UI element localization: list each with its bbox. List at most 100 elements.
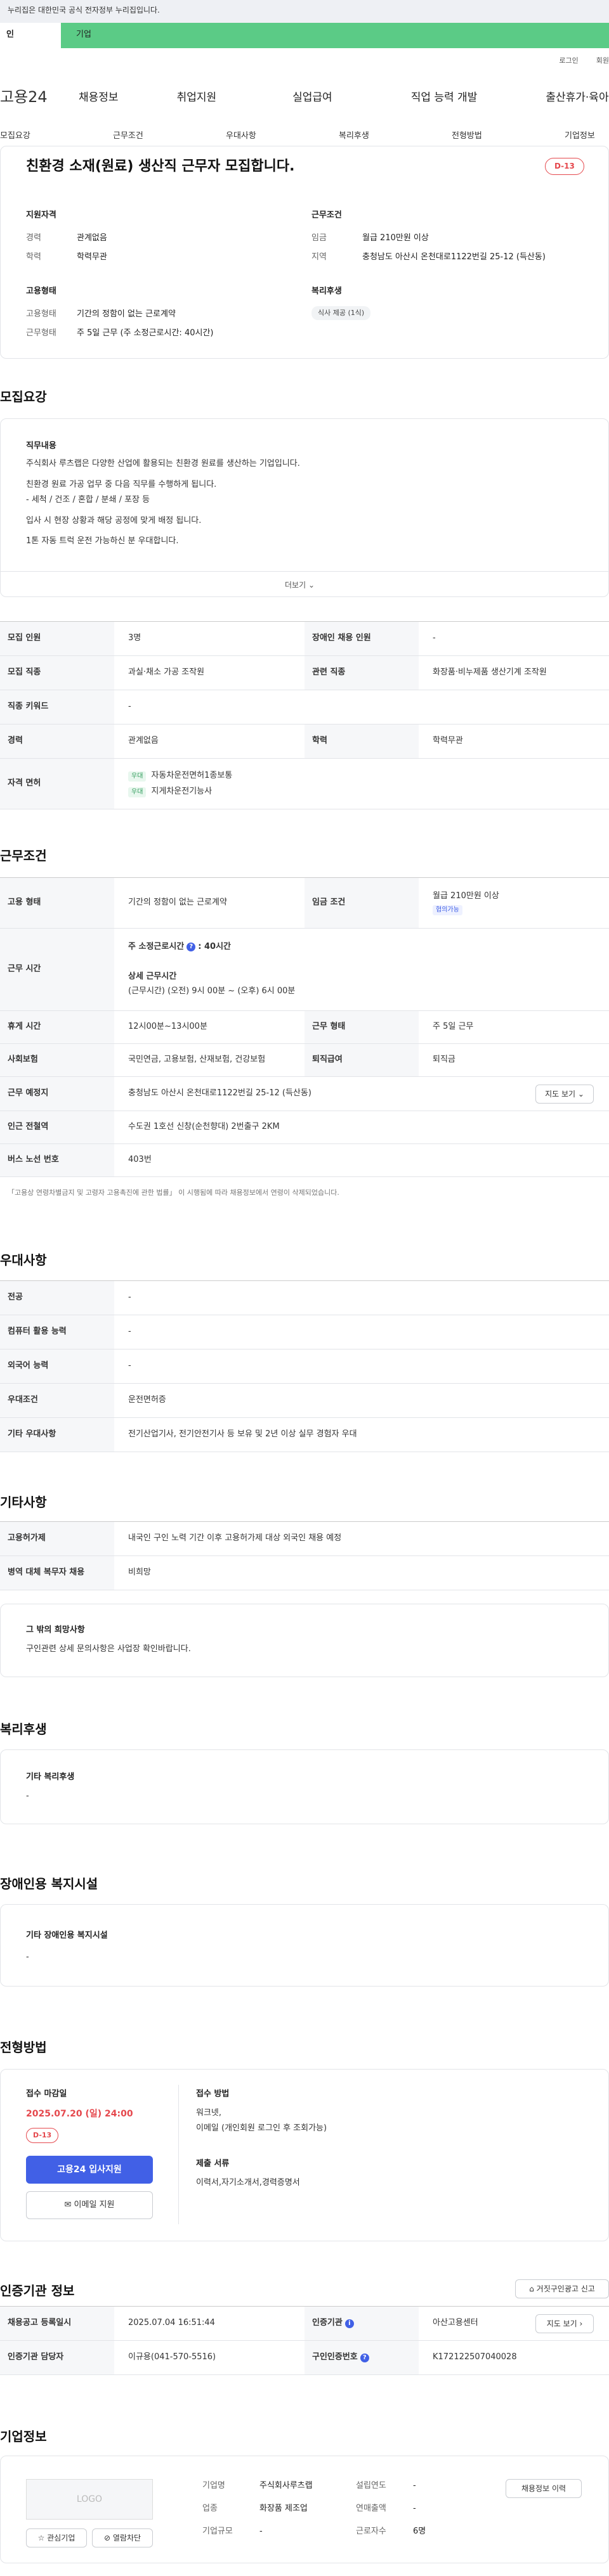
email-apply-button[interactable]: ✉ 이메일 지원 [26,2191,153,2219]
chevron-down-icon: ⌄ [308,581,315,589]
welfare-section-title: 복리후생 [0,1722,47,1737]
table-row: 휴게 시간 12시00분~13시00분 근무 형태 주 5일 근무 [0,1011,609,1044]
table-row: 근무 시간 주 소정근로시간?: 40시간 상세 근무시간 (근무시간) (오전… [0,929,609,1011]
table-row: 채용공고 등록일시 2025.07.04 16:51:44 인증기관 i 아산고용… [0,2307,609,2341]
favorite-company-button[interactable]: ☆ 관심기업 [26,2528,87,2547]
recruit-section-title: 모집요강 [0,389,47,404]
government-notice: 누리집은 대한민국 공식 전자정부 누리집입니다. [0,0,609,23]
cert-section-title: 인증기관 정보 [0,2283,75,2298]
method-label: 접수 방법 [196,2089,230,2099]
report-false-ad-button[interactable]: ⌂ 거짓구인광고 신고 [515,2279,609,2298]
table-row: 인증기관 담당자 이규용(041-570-5516) 구인인증번호? K1721… [0,2341,609,2375]
table-row: 외국어 능력 - [0,1349,609,1384]
dday-badge: D-13 [545,158,584,176]
nav-jobs[interactable]: 채용정보 [79,90,119,106]
chevron-right-icon: › [579,2319,583,2328]
utility-links: 로그인 회원 [559,56,609,66]
method-value: 워크넷, 이메일 (개인회원 로그인 후 조회가능) [196,2108,327,2133]
signup-link[interactable]: 회원 [596,56,609,66]
block-company-button[interactable]: ⊘ 열람차단 [92,2528,153,2547]
work-conditions-title: 근무조건 [311,210,342,220]
license-item: 우대 지게차운전기능사 [128,786,212,798]
subnav-recruit[interactable]: 모집요강 [0,131,30,143]
qual-experience: 경력 관계없음 [26,233,107,243]
other-wishes-text: 구인관련 상세 문의사항은 사업장 확인바랍니다. [26,1644,191,1654]
documents-value: 이력서,자기소개서,경력증명서 [196,2178,300,2187]
company-founded: 설립연도 - [356,2481,416,2490]
emp-type: 고용형태 기간의 정함이 없는 근로계약 [26,309,176,319]
selection-section-title: 전형방법 [0,2040,47,2055]
table-row: 고용 형태 기간의 정함이 없는 근로계약 임금 조건 월급 210만원 이상 … [0,878,609,929]
conditions-table: 고용 형태 기간의 정함이 없는 근로계약 임금 조건 월급 210만원 이상 … [0,877,609,1177]
subnav-selection[interactable]: 전형방법 [452,131,482,143]
conditions-section-title: 근무조건 [0,848,47,863]
summary-card: 친환경 소재(원료) 생산직 근무자 모집합니다. D-13 지원자격 경력 관계… [0,146,609,359]
map-button[interactable]: 지도 보기 ⌄ [535,1085,594,1104]
company-revenue: 연매출액 - [356,2504,416,2513]
qualification-title: 지원자격 [26,210,56,220]
table-row: 기타 우대사항 전기산업기사, 전기안전기사 등 보유 및 2년 이상 실무 경험… [0,1418,609,1452]
qual-education: 학력 학력무관 [26,252,107,262]
nav-employment-support[interactable]: 취업지원 [177,90,217,106]
job-description-title: 직무내용 [26,441,56,451]
disabled-section-title: 장애인용 복지시설 [0,1876,98,1891]
work-region: 지역 충청남도 아산시 온천대로1122번길 25-12 (득산동) [311,252,546,262]
main-nav: 채용정보 취업지원 실업급여 직업 능력 개발 출산휴가·육아휴직 [79,90,609,106]
dday-badge: D-13 [26,2128,59,2143]
job-description-text: 주식회사 루츠랩은 다양한 산업에 활용되는 친환경 원료를 생산하는 기업입니… [26,459,300,546]
table-row: 근무 예정지 충청남도 아산시 온천대로1122번길 25-12 (득산동) 지… [0,1077,609,1111]
table-row: 직종 키워드 - [0,690,609,724]
tab-individual[interactable]: 인 [0,23,61,48]
job-title: 친환경 소재(원료) 생산직 근무자 모집합니다. [26,158,295,174]
table-row: 병역 대체 복무자 채용 비희망 [0,1556,609,1590]
nav-unemployment-benefit[interactable]: 실업급여 [292,90,332,106]
disabled-sub-title: 기타 장애인용 복지시설 [26,1931,108,1940]
preference-section-title: 우대사항 [0,1253,47,1268]
subnav-conditions[interactable]: 근무조건 [113,131,143,143]
etc-table: 고용허가제 내국인 구인 노력 기간 이후 고용허가제 대상 외국인 채용 예정 … [0,1521,609,1590]
preference-table: 전공 - 컴퓨터 활용 능력 - 외국어 능력 - 우대조건 운전면허증 기타 우대사항… [0,1280,609,1452]
company-employees: 근로자수 6명 [356,2527,426,2536]
subnav-welfare[interactable]: 복리후생 [339,131,369,143]
table-row: 컴퓨터 활용 능력 - [0,1315,609,1349]
chevron-down-icon: ⌄ [577,1090,584,1098]
company-industry: 업종 화장품 제조업 [202,2504,308,2513]
mail-icon: ✉ [64,2200,72,2210]
home-icon: ⌂ [529,2284,534,2293]
table-row: 사회보험 국민연금, 고용보험, 산재보험, 건강보험 퇴직급여 퇴직금 [0,1044,609,1077]
login-link[interactable]: 로그인 [559,56,578,66]
table-row: 경력 관계없음 학력 학력무관 [0,724,609,759]
block-icon: ⊘ [103,2534,111,2542]
welfare-card: 기타 복리후생 - [0,1749,609,1824]
more-button[interactable]: 더보기 ⌄ [285,580,315,591]
deadline-date: 2025.07.20 (일) 24:00 [26,2109,133,2119]
age-footnote: 「고용상 연령차별금지 및 고령자 고용촉진에 관한 법률」 이 시행됨에 따라… [8,1188,339,1197]
table-row: 모집 직종 과실·채소 가공 조작원 관련 직종 화장품·비누제품 생산기계 조… [0,656,609,690]
work-wage: 임금 월급 210만원 이상 [311,233,429,243]
table-row: 우대조건 운전면허증 [0,1384,609,1418]
tab-company[interactable]: 기업 [61,23,609,48]
etc-section-title: 기타사항 [0,1495,47,1510]
nav-skills-development[interactable]: 직업 능력 개발 [411,90,478,106]
selection-card: 접수 마감일 2025.07.20 (일) 24:00 D-13 고용24 입사… [0,2069,609,2241]
info-icon[interactable]: ? [360,2353,369,2362]
other-wishes-card: 그 밖의 희망사항 구인관련 상세 문의사항은 사업장 확인바랍니다. [0,1604,609,1677]
site-logo[interactable]: 고용24 [0,86,48,108]
info-icon[interactable]: i [344,2319,354,2328]
recruit-table: 모집 인원 3명 장애인 채용 인원 - 모집 직종 과실·채소 가공 조작원 … [0,621,609,809]
disabled-card: 기타 장애인용 복지시설 - [0,1904,609,1987]
subnav-company[interactable]: 기업정보 [565,131,595,143]
cert-table: 채용공고 등록일시 2025.07.04 16:51:44 인증기관 i 아산고용… [0,2306,609,2375]
table-row: 전공 - [0,1281,609,1315]
company-name: 기업명 주식회사루츠랩 [202,2481,313,2490]
nav-parental-leave[interactable]: 출산휴가·육아휴직 [546,90,609,106]
subnav-preference[interactable]: 우대사항 [226,131,256,143]
job-description-card: 직무내용 주식회사 루츠랩은 다양한 산업에 활용되는 친환경 원료를 생산하는… [0,418,609,597]
recruit-history-button[interactable]: 채용정보 이력 [506,2479,582,2498]
info-icon[interactable]: ? [187,942,196,951]
table-row: 자격 면허 우대 자동차운전면허1종보통 우대 지게차운전기능사 [0,759,609,809]
cert-map-button[interactable]: 지도 보기 › [535,2314,594,2333]
emp-shift: 근무형태 주 5일 근무 (주 소정근로시간: 40시간) [26,328,214,338]
apply-button[interactable]: 고용24 입사지원 [26,2156,153,2184]
welfare-value: - [26,1791,29,1801]
